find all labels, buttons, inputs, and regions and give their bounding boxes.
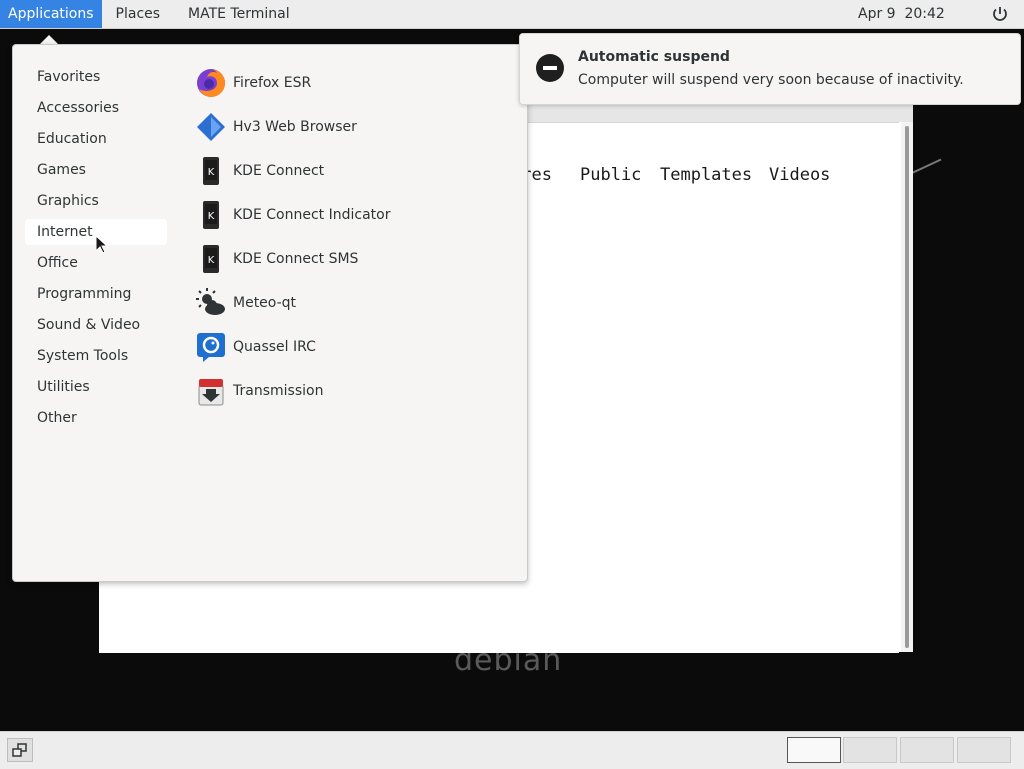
app-label: Meteo-qt xyxy=(233,295,297,311)
category-sound-video[interactable]: Sound & Video xyxy=(25,312,167,338)
no-entry-icon xyxy=(536,54,564,82)
app-kde-connect-sms[interactable]: K KDE Connect SMS xyxy=(195,239,358,279)
category-graphics[interactable]: Graphics xyxy=(25,188,167,214)
power-icon[interactable] xyxy=(990,5,1010,23)
category-favorites[interactable]: Favorites xyxy=(25,64,167,90)
applications-menu-button[interactable]: Applications xyxy=(0,0,102,28)
workspace-2[interactable] xyxy=(843,737,897,763)
kde-connect-icon: K xyxy=(195,199,227,231)
category-education[interactable]: Education xyxy=(25,126,167,152)
svg-text:K: K xyxy=(208,255,215,266)
category-games[interactable]: Games xyxy=(25,157,167,183)
clock-date: Apr 9 xyxy=(858,6,896,22)
workspace-3[interactable] xyxy=(900,737,954,763)
notification-title: Automatic suspend xyxy=(578,49,730,65)
app-kde-connect[interactable]: K KDE Connect xyxy=(195,151,324,191)
category-programming[interactable]: Programming xyxy=(25,281,167,307)
firefox-icon xyxy=(195,67,227,99)
transmission-icon xyxy=(195,375,227,407)
category-accessories[interactable]: Accessories xyxy=(25,95,167,121)
app-label: Quassel IRC xyxy=(233,339,316,355)
clock[interactable]: Apr 9 20:42 xyxy=(858,0,945,28)
quassel-icon xyxy=(195,331,227,363)
app-label: KDE Connect xyxy=(233,163,325,179)
app-label: Hv3 Web Browser xyxy=(233,119,357,135)
dir-entry: Videos xyxy=(769,165,831,185)
app-label: Firefox ESR xyxy=(233,75,312,91)
notification-popup[interactable]: Automatic suspend Computer will suspend … xyxy=(519,33,1021,105)
scrollbar[interactable] xyxy=(901,122,913,652)
dir-entry: Public xyxy=(580,165,642,185)
category-other[interactable]: Other xyxy=(25,405,167,431)
category-system-tools[interactable]: System Tools xyxy=(25,343,167,369)
app-label: KDE Connect SMS xyxy=(233,251,359,267)
places-menu-button[interactable]: Places xyxy=(102,0,175,28)
kde-connect-icon: K xyxy=(195,155,227,187)
workspace-1[interactable] xyxy=(787,737,841,763)
svg-text:K: K xyxy=(208,167,215,178)
show-desktop-button[interactable] xyxy=(7,738,33,762)
app-label: KDE Connect Indicator xyxy=(233,207,391,223)
applications-menu: Favorites Accessories Education Games Gr… xyxy=(12,44,528,582)
show-desktop-icon xyxy=(12,743,27,757)
wallpaper-swirl xyxy=(911,158,942,174)
mouse-cursor-icon xyxy=(95,234,109,254)
clock-time: 20:42 xyxy=(904,6,945,22)
weather-icon xyxy=(195,287,227,319)
notification-body: Computer will suspend very soon because … xyxy=(578,72,964,88)
app-transmission[interactable]: Transmission xyxy=(195,371,323,411)
dir-entry: Templates xyxy=(660,165,753,185)
kde-connect-icon: K xyxy=(195,243,227,275)
mate-terminal-taskbar-button[interactable]: MATE Terminal xyxy=(174,0,304,28)
app-hv3-web-browser[interactable]: Hv3 Web Browser xyxy=(195,107,357,147)
workspace-4[interactable] xyxy=(957,737,1011,763)
app-firefox-esr[interactable]: Firefox ESR xyxy=(195,63,311,103)
app-label: Transmission xyxy=(233,383,324,399)
app-kde-connect-indicator[interactable]: K KDE Connect Indicator xyxy=(195,195,390,235)
hv3-icon xyxy=(195,111,227,143)
app-meteo-qt[interactable]: Meteo-qt xyxy=(195,283,296,323)
app-quassel-irc[interactable]: Quassel IRC xyxy=(195,327,316,367)
svg-text:K: K xyxy=(208,211,215,222)
scrollbar-thumb[interactable] xyxy=(905,126,909,648)
bottom-panel xyxy=(0,731,1024,769)
category-utilities[interactable]: Utilities xyxy=(25,374,167,400)
